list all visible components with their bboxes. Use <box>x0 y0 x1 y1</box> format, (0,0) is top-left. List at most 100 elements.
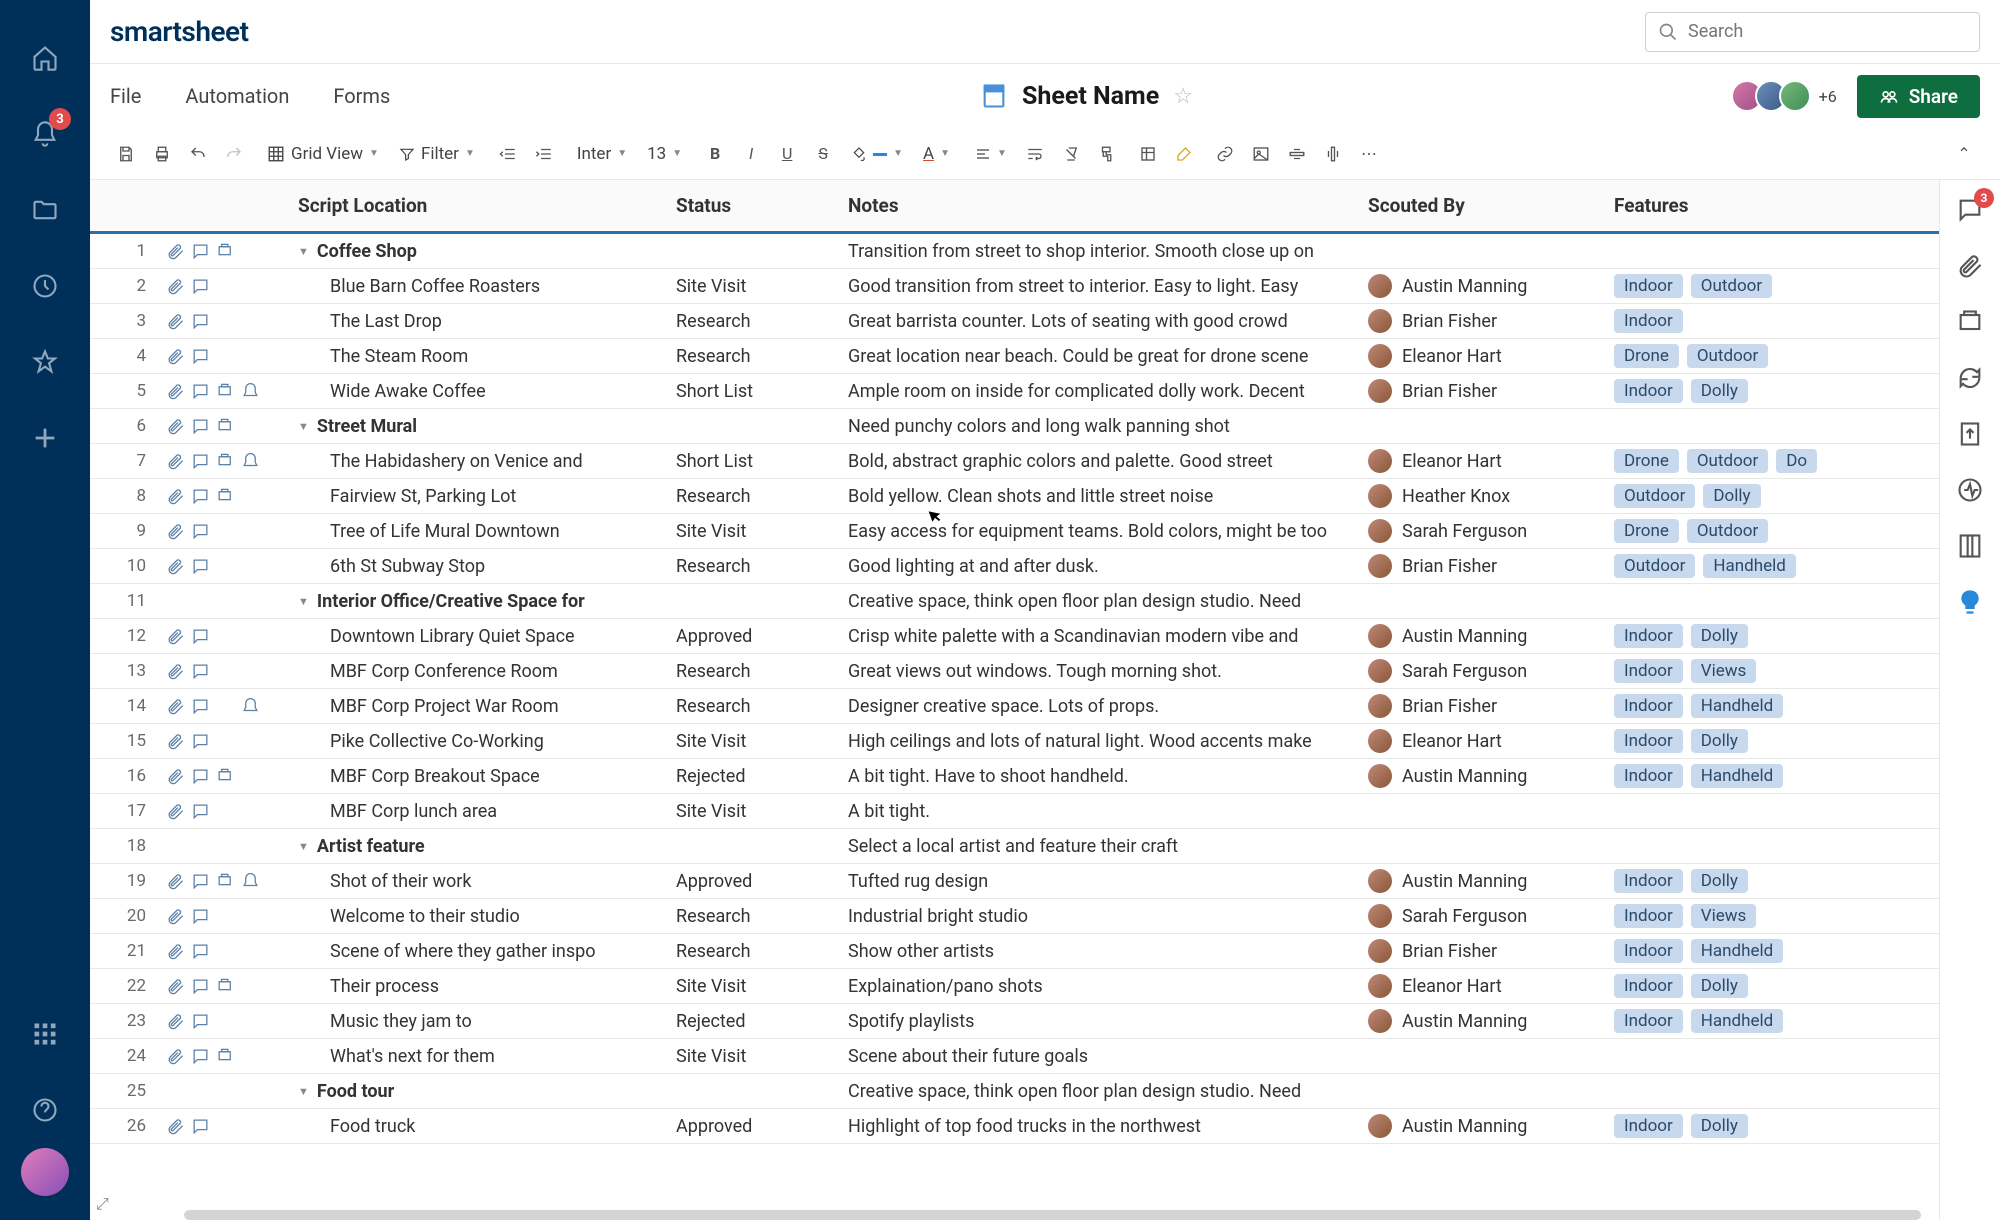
table-row[interactable]: 9 Tree of Life Mural Downtown Site Visit… <box>90 514 1939 549</box>
cell-scouted-by[interactable] <box>1368 234 1614 268</box>
comment-icon[interactable] <box>191 277 210 296</box>
cell-notes[interactable]: A bit tight. <box>848 794 1368 828</box>
cell-notes[interactable]: Highlight of top food trucks in the nort… <box>848 1109 1368 1143</box>
attachment-icon[interactable] <box>166 557 185 576</box>
cell-features[interactable]: IndoorDolly <box>1614 1109 1939 1143</box>
cell-status[interactable]: Research <box>676 934 848 968</box>
table-row[interactable]: 17 MBF Corp lunch area Site Visit A bit … <box>90 794 1939 829</box>
cell-features[interactable] <box>1614 829 1939 863</box>
attachment-icon[interactable] <box>166 907 185 926</box>
update-requests-icon[interactable] <box>1956 364 1984 392</box>
attachment-icon[interactable] <box>166 697 185 716</box>
cell-scouted-by[interactable]: Brian Fisher <box>1368 934 1614 968</box>
table-row[interactable]: 19 Shot of their work Approved Tufted ru… <box>90 864 1939 899</box>
cell-notes[interactable]: Bold, abstract graphic colors and palett… <box>848 444 1368 478</box>
cell-status[interactable]: Site Visit <box>676 794 848 828</box>
collapse-icon[interactable]: ▼ <box>298 245 309 258</box>
comment-icon[interactable] <box>191 557 210 576</box>
cell-features[interactable] <box>1614 1039 1939 1073</box>
cell-scouted-by[interactable]: Austin Manning <box>1368 1109 1614 1143</box>
cell-script-location[interactable]: Scene of where they gather inspo <box>286 934 676 968</box>
search-input[interactable] <box>1688 21 1967 42</box>
cell-features[interactable]: IndoorDolly <box>1614 724 1939 758</box>
highlight-icon[interactable] <box>1168 138 1200 170</box>
reminder-icon[interactable] <box>241 697 260 716</box>
view-selector[interactable]: Grid View▼ <box>259 144 387 164</box>
cell-scouted-by[interactable]: Sarah Ferguson <box>1368 654 1614 688</box>
cell-status[interactable]: Short List <box>676 374 848 408</box>
table-row[interactable]: 21 Scene of where they gather inspo Rese… <box>90 934 1939 969</box>
cell-script-location[interactable]: What's next for them <box>286 1039 676 1073</box>
cell-status[interactable]: Research <box>676 549 848 583</box>
cell-status[interactable]: Research <box>676 479 848 513</box>
cell-features[interactable]: IndoorViews <box>1614 899 1939 933</box>
cell-script-location[interactable]: MBF Corp Breakout Space <box>286 759 676 793</box>
cell-scouted-by[interactable]: Austin Manning <box>1368 269 1614 303</box>
attachment-icon[interactable] <box>166 627 185 646</box>
cell-features[interactable]: OutdoorDolly <box>1614 479 1939 513</box>
cell-notes[interactable]: Tufted rug design <box>848 864 1368 898</box>
cell-status[interactable] <box>676 829 848 863</box>
comment-icon[interactable] <box>191 942 210 961</box>
create-icon[interactable] <box>25 418 65 458</box>
cell-script-location[interactable]: ▼Coffee Shop <box>286 234 676 268</box>
share-button[interactable]: Share <box>1857 75 1980 118</box>
tips-icon[interactable] <box>1956 588 1984 616</box>
comment-icon[interactable] <box>191 347 210 366</box>
cell-script-location[interactable]: Shot of their work <box>286 864 676 898</box>
insert-row-icon[interactable] <box>1281 138 1313 170</box>
search-box[interactable] <box>1645 12 1980 52</box>
proof-icon[interactable] <box>216 767 235 786</box>
collapse-icon[interactable]: ▼ <box>298 420 309 433</box>
cell-features[interactable] <box>1614 1074 1939 1108</box>
cell-notes[interactable]: Creative space, think open floor plan de… <box>848 1074 1368 1108</box>
cell-script-location[interactable]: Pike Collective Co-Working <box>286 724 676 758</box>
cell-scouted-by[interactable]: Brian Fisher <box>1368 304 1614 338</box>
cell-notes[interactable]: Explaination/pano shots <box>848 969 1368 1003</box>
cell-script-location[interactable]: Food truck <box>286 1109 676 1143</box>
attachment-icon[interactable] <box>166 1117 185 1136</box>
cell-notes[interactable]: Bold yellow. Clean shots and little stre… <box>848 479 1368 513</box>
cell-script-location[interactable]: Welcome to their studio <box>286 899 676 933</box>
cell-features[interactable]: DroneOutdoor <box>1614 339 1939 373</box>
cell-scouted-by[interactable]: Brian Fisher <box>1368 549 1614 583</box>
attachment-icon[interactable] <box>166 277 185 296</box>
table-row[interactable]: 4 The Steam Room Research Great location… <box>90 339 1939 374</box>
outdent-icon[interactable] <box>492 138 524 170</box>
attachment-icon[interactable] <box>166 767 185 786</box>
summary-icon[interactable] <box>1956 532 1984 560</box>
cell-features[interactable] <box>1614 794 1939 828</box>
horizontal-scrollbar[interactable] <box>184 1210 1921 1220</box>
cell-script-location[interactable]: 6th St Subway Stop <box>286 549 676 583</box>
cell-scouted-by[interactable] <box>1368 1074 1614 1108</box>
attachment-icon[interactable] <box>166 732 185 751</box>
cell-script-location[interactable]: Music they jam to <box>286 1004 676 1038</box>
table-row[interactable]: 13 MBF Corp Conference Room Research Gre… <box>90 654 1939 689</box>
comment-icon[interactable] <box>191 452 210 471</box>
header-script-location[interactable]: Script Location <box>286 180 676 231</box>
table-row[interactable]: 26 Food truck Approved Highlight of top … <box>90 1109 1939 1144</box>
cell-features[interactable]: IndoorDolly <box>1614 864 1939 898</box>
cell-scouted-by[interactable]: Austin Manning <box>1368 1004 1614 1038</box>
proof-icon[interactable] <box>216 487 235 506</box>
table-row[interactable]: 8 Fairview St, Parking Lot Research Bold… <box>90 479 1939 514</box>
cell-script-location[interactable]: Wide Awake Coffee <box>286 374 676 408</box>
attachment-icon[interactable] <box>166 417 185 436</box>
cell-features[interactable]: IndoorOutdoor <box>1614 269 1939 303</box>
cell-status[interactable] <box>676 409 848 443</box>
cell-status[interactable]: Site Visit <box>676 514 848 548</box>
cell-scouted-by[interactable] <box>1368 584 1614 618</box>
proof-icon[interactable] <box>216 417 235 436</box>
text-color-icon[interactable]: A▼ <box>915 144 958 164</box>
font-size-selector[interactable]: 13▼ <box>639 144 690 164</box>
cell-notes[interactable]: A bit tight. Have to shoot handheld. <box>848 759 1368 793</box>
proof-icon[interactable] <box>216 242 235 261</box>
wrap-icon[interactable] <box>1019 138 1051 170</box>
header-notes[interactable]: Notes <box>848 180 1368 231</box>
cell-script-location[interactable]: Tree of Life Mural Downtown <box>286 514 676 548</box>
menu-file[interactable]: File <box>110 84 141 108</box>
cell-status[interactable]: Research <box>676 689 848 723</box>
attachment-icon[interactable] <box>166 487 185 506</box>
favorite-star-icon[interactable]: ☆ <box>1173 84 1193 109</box>
table-row[interactable]: 11 ▼Interior Office/Creative Space for C… <box>90 584 1939 619</box>
